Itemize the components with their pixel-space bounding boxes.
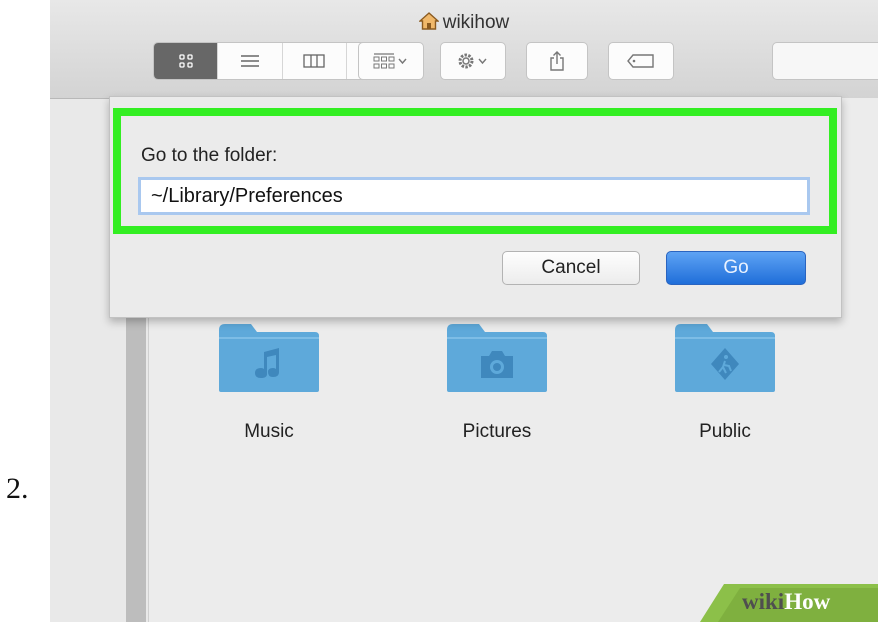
go-button[interactable]: Go	[666, 251, 806, 285]
watermark-text-wiki: wiki	[742, 589, 785, 614]
music-folder-icon	[219, 324, 319, 392]
grid-icon	[178, 54, 193, 68]
folder-music[interactable]: Music	[217, 320, 321, 443]
column-view-button[interactable]	[283, 43, 347, 79]
gear-icon	[458, 53, 487, 69]
toolbar: wikihow	[50, 0, 878, 99]
folder-label: Public	[699, 421, 751, 442]
step-number: 2.	[6, 472, 29, 505]
window-title-text: wikihow	[442, 12, 510, 33]
watermark-text-how: How	[784, 589, 831, 614]
public-folder-icon	[675, 324, 775, 392]
arrange-icon	[373, 53, 407, 69]
arrange-button[interactable]	[358, 42, 424, 80]
folder-label: Music	[244, 421, 294, 442]
search-field[interactable]	[772, 42, 878, 80]
list-icon	[240, 55, 259, 67]
share-button[interactable]	[526, 42, 588, 80]
finder-window: wikihow Music Pictures Public Go to the …	[50, 0, 878, 622]
go-to-folder-dialog: Go to the folder: Cancel Go	[109, 96, 842, 318]
list-view-button[interactable]	[218, 43, 283, 79]
folder-pictures[interactable]: Pictures	[445, 320, 549, 443]
action-button[interactable]	[440, 42, 506, 80]
window-title: wikihow	[50, 12, 878, 36]
wikihow-watermark: wikiHow	[700, 584, 878, 622]
folder-path-input[interactable]	[138, 177, 810, 215]
columns-icon	[303, 54, 325, 68]
tag-button[interactable]	[608, 42, 674, 80]
pictures-folder-icon	[447, 324, 547, 392]
tag-icon	[627, 54, 654, 68]
dialog-prompt: Go to the folder:	[141, 145, 278, 166]
share-icon	[550, 51, 564, 71]
cancel-button[interactable]: Cancel	[502, 251, 640, 285]
icon-view-button[interactable]	[154, 43, 219, 79]
green-highlight-box	[113, 108, 837, 234]
folder-label: Pictures	[462, 421, 532, 442]
folder-public[interactable]: Public	[673, 320, 777, 443]
home-icon	[417, 12, 440, 36]
